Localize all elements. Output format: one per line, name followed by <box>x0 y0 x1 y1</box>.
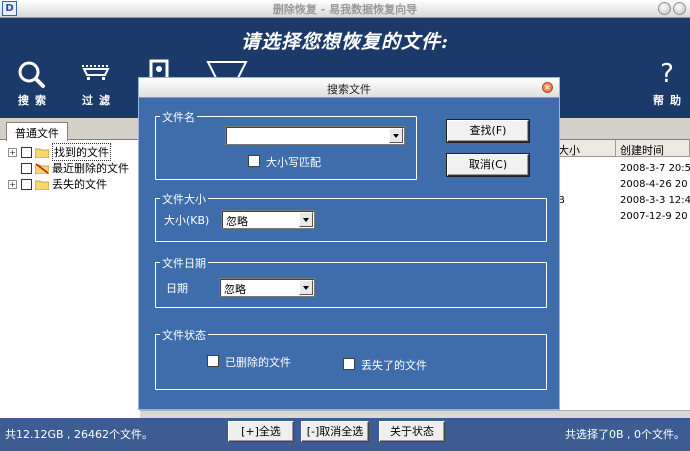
lost-files-checkbox[interactable] <box>343 358 355 370</box>
svg-text:?: ? <box>660 59 674 89</box>
table-row[interactable]: 2007-12-9 20 <box>554 211 690 227</box>
search-tool-button[interactable]: 搜索 <box>12 56 52 114</box>
filename-group: 文件名 大小写匹配 <box>155 109 417 180</box>
find-button[interactable]: 查找(F) <box>447 120 529 142</box>
filedate-label: 日期 <box>166 282 188 295</box>
tree-expander[interactable]: + <box>8 147 17 157</box>
filestatus-legend: 文件状态 <box>160 327 208 343</box>
about-status-button[interactable]: 关于状态 <box>379 421 445 442</box>
filestatus-group: 文件状态 已删除的文件 丢失了的文件 <box>155 327 547 390</box>
table-row[interactable]: 2008-3-7 20:5 <box>554 163 690 179</box>
filename-legend: 文件名 <box>160 109 197 125</box>
help-label: 帮助 <box>653 94 687 107</box>
table-row[interactable]: 2008-4-26 20 <box>554 179 690 195</box>
horizontal-scrollbar[interactable] <box>140 410 690 418</box>
filedate-select[interactable]: 忽略 <box>219 278 315 297</box>
tree-item-recent-deleted[interactable]: 最近删除的文件 <box>8 160 140 176</box>
dialog-title: 搜索文件 <box>327 83 371 96</box>
cell-date: 2008-3-7 20:5 <box>620 163 690 174</box>
close-icon[interactable]: × <box>542 82 553 93</box>
selection-status: 共选择了0B , 0个文件。 <box>564 428 685 441</box>
help-button[interactable]: ? 帮助 <box>645 56 689 114</box>
match-case-label: 大小写匹配 <box>266 156 321 169</box>
tree-item-label: 丢失的文件 <box>52 178 107 191</box>
filter-tool-button[interactable]: 过滤 <box>76 56 116 114</box>
total-status: 共12.12GB , 26462个文件。 <box>5 428 154 441</box>
filter-tool-label: 过滤 <box>82 94 116 107</box>
cell-date: 2008-3-3 12:4 <box>620 195 690 206</box>
header-title: 请选择您想恢复的文件: <box>240 31 449 53</box>
filename-combo[interactable] <box>225 126 405 145</box>
deleted-files-checkbox[interactable] <box>207 355 219 367</box>
folder-icon <box>35 148 49 158</box>
tree-item-lost[interactable]: + 丢失的文件 <box>8 176 140 192</box>
folder-icon <box>35 180 49 190</box>
status-bar: 共12.12GB , 26462个文件。 [+]全选 [-]取消全选 关于状态 … <box>0 418 690 451</box>
column-created[interactable]: 创建时间 <box>616 140 690 157</box>
minimize-button[interactable] <box>658 2 671 15</box>
window-controls <box>658 2 686 15</box>
tree-expander <box>8 164 17 173</box>
search-tool-label: 搜索 <box>18 94 52 107</box>
chevron-down-icon[interactable] <box>389 128 403 143</box>
tree-expander[interactable]: + <box>8 179 17 189</box>
filedate-legend: 文件日期 <box>160 255 208 271</box>
folder-tree: + 找到的文件 最近删除的文件 + 丢失的文件 <box>8 143 140 192</box>
filter-icon <box>82 65 110 80</box>
window-titlebar: D 删除恢复 - 易我数据恢复向导 <box>0 0 690 18</box>
tree-item-label: 最近删除的文件 <box>52 162 129 175</box>
filesize-legend: 文件大小 <box>160 191 208 207</box>
filesize-label: 大小(KB) <box>164 214 210 227</box>
cancel-button[interactable]: 取消(C) <box>447 154 529 176</box>
select-all-button[interactable]: [+]全选 <box>228 421 294 442</box>
tree-item-label: 找到的文件 <box>52 143 111 161</box>
tab-normal-files[interactable]: 普通文件 <box>6 122 68 141</box>
search-icon <box>18 61 45 88</box>
deleted-folder-icon <box>35 162 49 174</box>
tree-checkbox[interactable] <box>21 178 32 190</box>
file-list: 大小 创建时间 2008-3-7 20:5 2008-4-26 20 B 2008… <box>553 140 690 418</box>
question-icon: ? <box>660 59 674 89</box>
chevron-down-icon[interactable] <box>299 212 313 227</box>
cell-date: 2008-4-26 20 <box>620 179 688 190</box>
lost-files-label: 丢失了的文件 <box>361 359 427 372</box>
filesize-select[interactable]: 忽略 <box>221 210 315 229</box>
file-list-header: 大小 创建时间 <box>554 140 690 157</box>
filedate-group: 文件日期 日期 忽略 <box>155 255 547 308</box>
tree-checkbox[interactable] <box>21 162 32 174</box>
column-size[interactable]: 大小 <box>554 140 616 157</box>
filesize-group: 文件大小 大小(KB) 忽略 <box>155 191 547 242</box>
tree-item-found[interactable]: + 找到的文件 <box>8 143 140 161</box>
table-row[interactable]: B 2008-3-3 12:4 <box>554 195 690 211</box>
search-dialog: 搜索文件 × 文件名 大小写匹配 查找(F) 取消(C) 文件大小 大小(KB)… <box>138 77 560 410</box>
dialog-titlebar[interactable]: 搜索文件 × <box>139 78 559 98</box>
match-case-checkbox[interactable] <box>248 155 260 167</box>
maximize-button[interactable] <box>673 2 686 15</box>
filesize-value: 忽略 <box>226 215 248 228</box>
filedate-value: 忽略 <box>224 283 246 296</box>
deleted-files-label: 已删除的文件 <box>225 356 291 369</box>
cell-date: 2007-12-9 20 <box>620 211 688 222</box>
chevron-down-icon[interactable] <box>299 280 313 295</box>
window-title: 删除恢复 - 易我数据恢复向导 <box>272 3 418 16</box>
deselect-all-button[interactable]: [-]取消全选 <box>301 421 369 442</box>
tree-checkbox[interactable] <box>21 146 32 158</box>
